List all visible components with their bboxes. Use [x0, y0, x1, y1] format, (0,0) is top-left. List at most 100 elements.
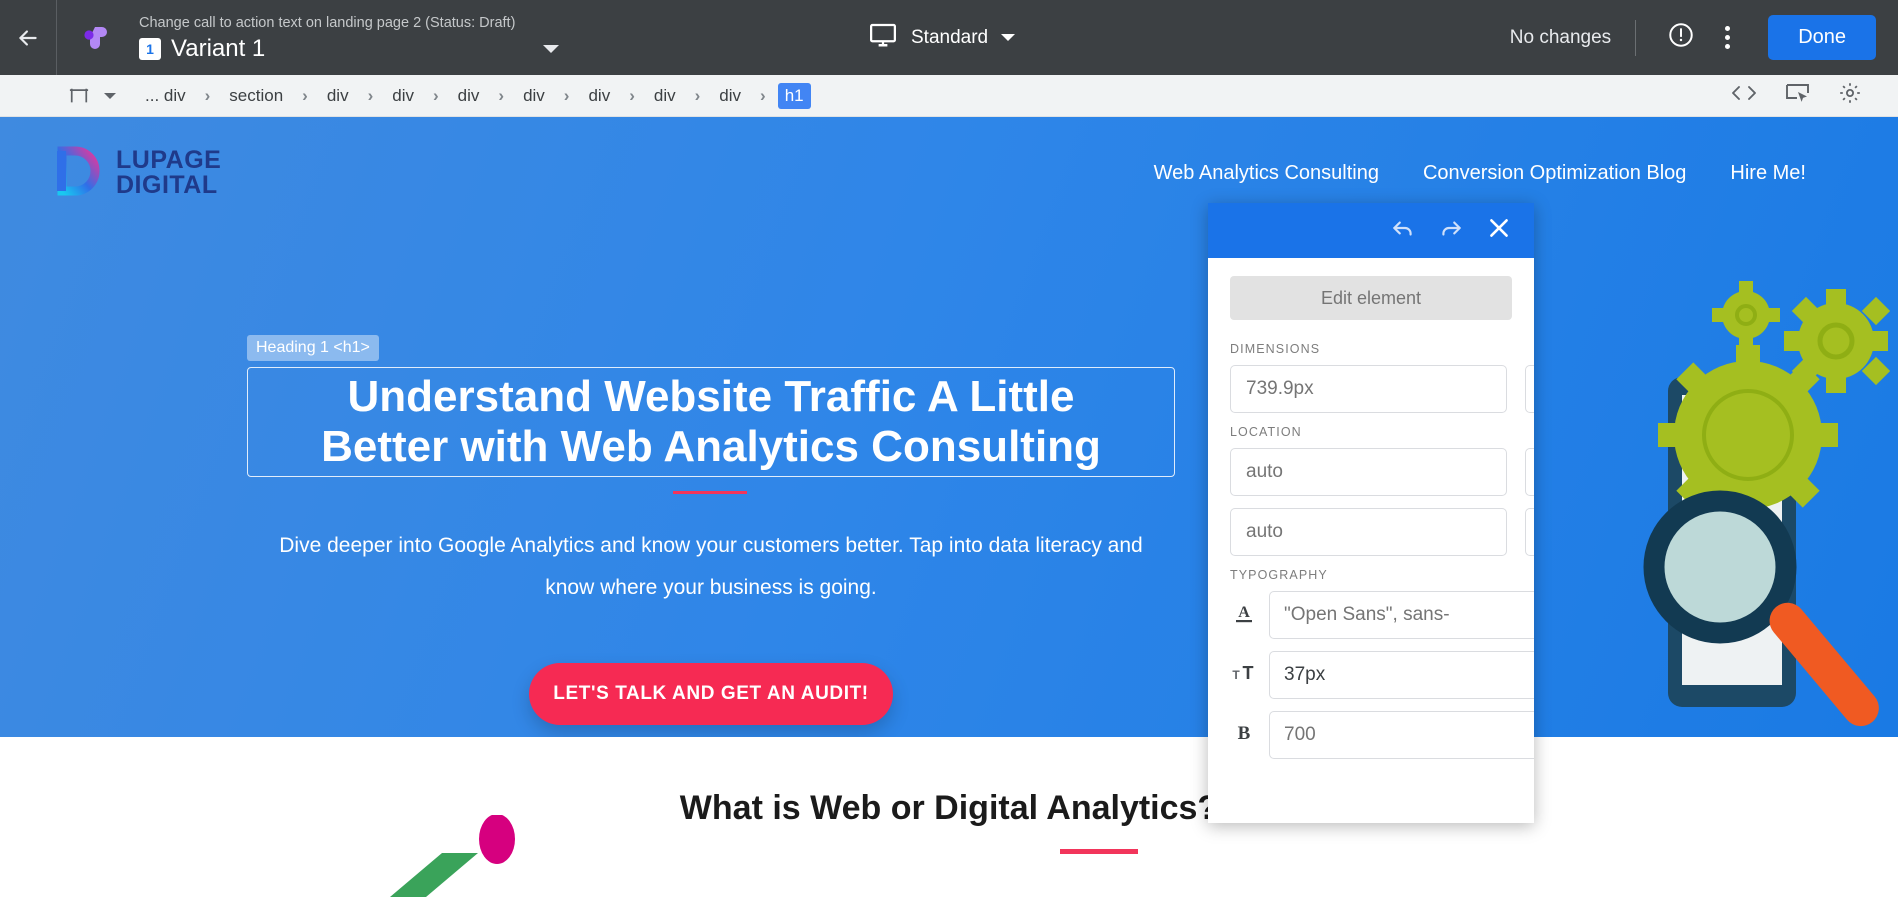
breadcrumb-separator: ›	[498, 85, 505, 105]
variant-selector[interactable]: 1 Variant 1	[139, 35, 560, 63]
width-input[interactable]	[1230, 365, 1507, 413]
heading-accent-rule	[673, 491, 747, 494]
breadcrumb-item-active[interactable]: h1	[777, 82, 811, 109]
panel-body: Edit element DIMENSIONS LOCATION TYPOGRA…	[1208, 258, 1534, 759]
font-size-input[interactable]	[1269, 651, 1534, 699]
alert-button[interactable]	[1658, 15, 1704, 61]
location-right-input[interactable]	[1525, 448, 1534, 496]
font-weight-input[interactable]	[1269, 711, 1534, 759]
font-size-row: T T	[1230, 651, 1534, 699]
font-family-row: A	[1230, 591, 1534, 639]
breadcrumb-separator: ›	[302, 85, 308, 105]
breadcrumb-item[interactable]: div	[581, 83, 617, 109]
decorative-shapes-icon	[390, 815, 515, 897]
location-bottom-input[interactable]	[1230, 508, 1507, 556]
optimize-logo-icon	[57, 0, 135, 75]
gear-icon[interactable]	[1838, 81, 1862, 110]
lower-section: What is Web or Digital Analytics?	[0, 737, 1898, 897]
font-weight-row: B	[1230, 711, 1534, 759]
dimensions-label: DIMENSIONS	[1230, 342, 1321, 356]
chevron-down-icon[interactable]	[1001, 34, 1016, 41]
section-title: What is Web or Digital Analytics?	[679, 789, 1219, 827]
location-left-input[interactable]	[1525, 508, 1534, 556]
location-top-input[interactable]	[1230, 448, 1507, 496]
code-icon[interactable]	[1731, 83, 1757, 108]
breadcrumb-separator: ›	[563, 85, 570, 105]
undo-icon[interactable]	[1390, 215, 1416, 246]
select-frame-icon[interactable]	[68, 86, 90, 106]
screen-cursor-icon[interactable]	[1785, 82, 1810, 109]
experiment-info: Change call to action text on landing pa…	[135, 0, 560, 75]
monitor-icon	[868, 20, 898, 55]
logo-line-2: DIGITAL	[116, 171, 218, 199]
arrow-left-icon	[15, 25, 41, 51]
breadcrumb-separator: ›	[367, 85, 374, 105]
element-editor-panel: Edit element DIMENSIONS LOCATION TYPOGRA…	[1208, 203, 1534, 823]
svg-text:T: T	[1243, 663, 1254, 683]
panel-header	[1208, 203, 1534, 258]
chevron-down-icon[interactable]	[543, 44, 560, 53]
nav-link-hire-me[interactable]: Hire Me!	[1730, 162, 1806, 185]
section-accent-rule	[1060, 849, 1138, 854]
hero-heading: Understand Website Traffic A Little Bett…	[321, 372, 1101, 472]
status-text: No changes	[1509, 26, 1612, 48]
breadcrumb-item[interactable]: section	[222, 83, 290, 109]
experiment-title: Change call to action text on landing pa…	[139, 14, 516, 31]
breadcrumb-item[interactable]: div	[516, 83, 552, 109]
variant-number-badge: 1	[139, 37, 161, 60]
site-logo[interactable]: LUPAGE DIGITAL	[48, 143, 221, 204]
kebab-menu-icon	[1724, 26, 1730, 49]
chevron-down-icon[interactable]	[104, 92, 116, 99]
breadcrumb-item[interactable]: div	[385, 83, 421, 109]
breadcrumb-bar: ... div › section › div › div › div › di…	[0, 75, 1898, 117]
breadcrumb-item[interactable]: div	[451, 83, 487, 109]
typography-label: TYPOGRAPHY	[1230, 568, 1328, 582]
font-family-input[interactable]	[1269, 591, 1534, 639]
site-nav: Web Analytics Consulting Conversion Opti…	[1154, 162, 1850, 185]
lupage-d-mark-icon	[48, 143, 104, 204]
toolbar-divider	[1635, 19, 1637, 56]
svg-text:B: B	[1238, 723, 1251, 744]
device-label: Standard	[911, 26, 989, 48]
site-header: LUPAGE DIGITAL Web Analytics Consulting …	[0, 117, 1898, 229]
hero-heading-line-2: Better with Web Analytics Consulting	[321, 422, 1101, 471]
font-family-icon: A	[1230, 601, 1258, 630]
breadcrumb-item[interactable]: div	[647, 83, 683, 109]
breadcrumb: ... div › section › div › div › div › di…	[138, 82, 811, 109]
hero-subtext: Dive deeper into Google Analytics and kn…	[279, 534, 1143, 599]
redo-icon[interactable]	[1438, 215, 1464, 246]
device-selector[interactable]: Standard	[868, 0, 1016, 75]
back-button[interactable]	[0, 0, 56, 75]
breadcrumb-separator: ›	[204, 85, 211, 105]
edit-element-button[interactable]: Edit element	[1230, 276, 1512, 320]
done-button[interactable]: Done	[1768, 15, 1876, 60]
nav-link-conversion-optimization-blog[interactable]: Conversion Optimization Blog	[1423, 162, 1686, 185]
hero-section: LUPAGE DIGITAL Web Analytics Consulting …	[0, 117, 1898, 737]
breadcrumb-item[interactable]: div	[320, 83, 356, 109]
element-selection-badge: Heading 1 <h1>	[247, 335, 379, 361]
breadcrumb-separator: ›	[629, 85, 635, 105]
breadcrumb-tools	[1731, 81, 1876, 110]
logo-line-1: LUPAGE	[116, 146, 222, 174]
top-toolbar: Change call to action text on landing pa…	[0, 0, 1898, 75]
selected-heading-element[interactable]: Understand Website Traffic A Little Bett…	[247, 367, 1175, 477]
cta-button[interactable]: LET'S TALK AND GET AN AUDIT!	[529, 663, 893, 725]
font-weight-icon: B	[1230, 721, 1258, 750]
location-label: LOCATION	[1230, 425, 1302, 439]
height-input[interactable]	[1525, 365, 1534, 413]
location-fields-row-2	[1230, 508, 1534, 556]
hero-heading-line-1: Understand Website Traffic A Little	[347, 372, 1075, 421]
breadcrumb-separator: ›	[760, 85, 766, 105]
location-fields-row-1	[1230, 448, 1534, 496]
site-logo-text: LUPAGE DIGITAL	[116, 148, 221, 198]
font-size-icon: T T	[1230, 662, 1258, 689]
breadcrumb-separator: ›	[694, 85, 701, 105]
nav-link-web-analytics-consulting[interactable]: Web Analytics Consulting	[1154, 162, 1379, 185]
svg-text:T: T	[1232, 668, 1240, 682]
breadcrumb-item[interactable]: div	[712, 83, 748, 109]
close-icon[interactable]	[1486, 215, 1512, 246]
breadcrumb-item[interactable]: ... div	[138, 83, 193, 109]
svg-text:A: A	[1238, 604, 1250, 621]
more-options-button[interactable]	[1704, 15, 1750, 61]
dimensions-fields	[1230, 365, 1534, 413]
